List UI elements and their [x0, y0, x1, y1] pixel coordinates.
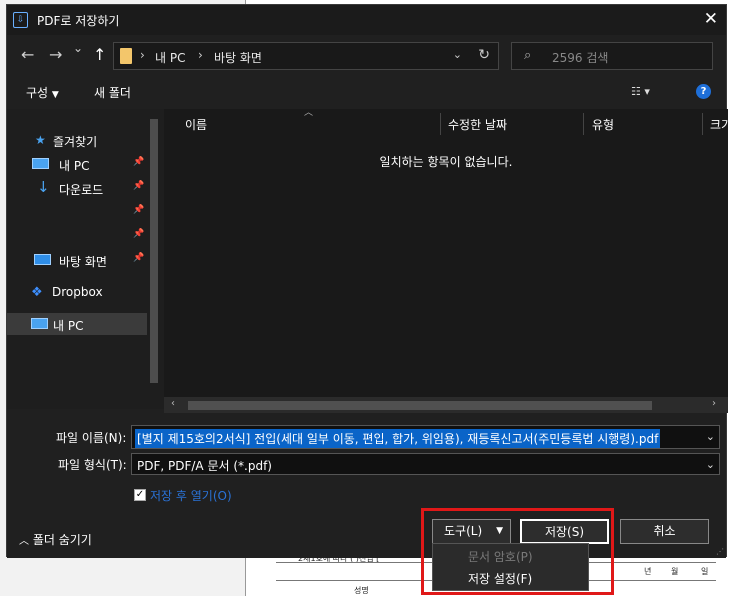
- resize-grip-icon[interactable]: ⋰: [716, 547, 724, 556]
- download-icon: ↓: [37, 178, 50, 196]
- save-form: 파일 이름(N): [별지 제15호의2서식] 전입(세대 일부 이동, 편입,…: [7, 413, 726, 558]
- folder-icon: [120, 48, 132, 64]
- column-divider[interactable]: [583, 113, 584, 135]
- search-icon: ⌕: [524, 48, 532, 63]
- chevron-up-icon: ︿: [19, 536, 29, 547]
- sidebar-item-this-pc[interactable]: 내 PC: [7, 313, 147, 335]
- pin-icon: 📌: [133, 205, 145, 215]
- open-after-save-label[interactable]: 저장 후 열기(O): [150, 487, 232, 504]
- star-icon: ★: [35, 133, 46, 147]
- close-icon[interactable]: ✕: [704, 9, 718, 29]
- scroll-right-icon[interactable]: ›: [712, 398, 716, 409]
- app-icon: ⇩: [13, 12, 28, 28]
- new-folder-button[interactable]: 새 폴더: [94, 84, 131, 101]
- breadcrumb-separator-icon: ›: [198, 48, 203, 62]
- window-title: PDF로 저장하기: [37, 14, 120, 28]
- address-dropdown-icon[interactable]: ⌄: [453, 48, 462, 61]
- navigation-bar: ← → ⌄ ↑ › 내 PC › 바탕 화면 ⌄ ↻ ⌕ 2596 검색: [7, 35, 726, 77]
- navigation-pane: ★ 즐겨찾기 내 PC 📌 ↓ 다운로드 📌 📌 📌 바탕 화면 📌 ❖ Dro…: [7, 109, 164, 409]
- desktop-icon: [34, 254, 51, 265]
- sidebar-item-dropbox[interactable]: ❖ Dropbox: [7, 281, 147, 303]
- pin-icon: 📌: [133, 229, 145, 239]
- doc-cell-month: 월: [671, 567, 679, 576]
- sidebar-item-label: 내 PC: [59, 159, 90, 173]
- filename-value: [별지 제15호의2서식] 전입(세대 일부 이동, 편입, 합가, 위임용),…: [135, 429, 661, 448]
- highlight-box: [421, 508, 614, 595]
- forward-arrow-icon[interactable]: →: [49, 45, 62, 64]
- search-box[interactable]: ⌕ 2596 검색: [511, 42, 713, 70]
- organize-label: 구성: [26, 86, 49, 100]
- sidebar-item-label: Dropbox: [52, 285, 103, 299]
- sidebar-item-label: 내 PC: [53, 319, 84, 333]
- sidebar-item-pinned-blank[interactable]: 📌: [7, 201, 147, 223]
- filetype-label: 파일 형식(T):: [58, 458, 127, 472]
- breadcrumb-separator-icon: ›: [140, 48, 145, 62]
- title-bar: ⇩ PDF로 저장하기 ✕: [7, 5, 726, 35]
- breadcrumb-desktop[interactable]: 바탕 화면: [214, 49, 262, 66]
- refresh-icon[interactable]: ↻: [478, 47, 490, 63]
- save-pdf-dialog: ⇩ PDF로 저장하기 ✕ ← → ⌄ ↑ › 내 PC › 바탕 화면 ⌄ ↻…: [6, 4, 729, 558]
- pin-icon: 📌: [133, 157, 145, 167]
- file-list: ︿ 이름 수정한 날짜 유형 크기 일치하는 항목이 없습니다. ‹ ›: [164, 108, 729, 413]
- recent-locations-chevron-icon[interactable]: ⌄: [73, 41, 83, 55]
- sidebar-item-desktop[interactable]: 바탕 화면 📌: [7, 249, 147, 271]
- back-arrow-icon[interactable]: ←: [21, 45, 34, 64]
- address-bar[interactable]: › 내 PC › 바탕 화면 ⌄ ↻: [113, 42, 499, 70]
- horizontal-scrollbar[interactable]: ‹ ›: [164, 397, 728, 413]
- doc-cell-year: 년: [644, 567, 652, 576]
- monitor-icon: [31, 318, 48, 329]
- sidebar-item-pinned-blank[interactable]: 📌: [7, 225, 147, 247]
- column-header-type[interactable]: 유형: [592, 116, 614, 133]
- sidebar-item-label: 다운로드: [59, 183, 104, 197]
- up-arrow-icon[interactable]: ↑: [93, 45, 106, 64]
- filetype-select[interactable]: PDF, PDF/A 문서 (*.pdf) ⌄: [131, 453, 720, 475]
- hide-folders-label: 폴더 숨기기: [32, 533, 92, 547]
- filetype-value: PDF, PDF/A 문서 (*.pdf): [137, 459, 272, 473]
- chevron-down-icon[interactable]: ⌄: [706, 430, 715, 443]
- column-divider[interactable]: [702, 113, 703, 135]
- column-divider[interactable]: [440, 113, 441, 135]
- chevron-down-icon: ⌄: [705, 458, 715, 471]
- sidebar-item-downloads[interactable]: ↓ 다운로드 📌: [7, 177, 147, 199]
- column-header-name[interactable]: 이름: [185, 116, 207, 133]
- hide-folders-toggle[interactable]: ︿ 폴더 숨기기: [19, 531, 92, 548]
- caret-down-icon: ▼: [51, 90, 59, 100]
- pin-icon: 📌: [133, 253, 145, 263]
- monitor-icon: [32, 158, 49, 169]
- open-after-save-checkbox[interactable]: ✓: [134, 489, 146, 501]
- filename-label: 파일 이름(N):: [56, 431, 127, 445]
- sidebar-item-this-pc-pinned[interactable]: 내 PC 📌: [7, 153, 147, 175]
- dropbox-icon: ❖: [31, 285, 43, 300]
- doc-cell-day: 일: [701, 567, 709, 576]
- column-header-size[interactable]: 크기: [710, 116, 729, 133]
- pin-icon: 📌: [133, 181, 145, 191]
- sidebar-item-label: 바탕 화면: [59, 255, 107, 269]
- breadcrumb-this-pc[interactable]: 내 PC: [155, 49, 185, 66]
- filename-input[interactable]: [별지 제15호의2서식] 전입(세대 일부 이동, 편입, 합가, 위임용),…: [131, 425, 720, 449]
- sort-ascending-icon: ︿: [304, 108, 314, 118]
- sidebar-item-label: 즐겨찾기: [53, 135, 98, 149]
- sidebar-item-favorites[interactable]: ★ 즐겨찾기: [7, 129, 147, 151]
- empty-folder-message: 일치하는 항목이 없습니다.: [379, 155, 513, 169]
- scroll-left-icon[interactable]: ‹: [171, 398, 175, 409]
- scrollbar-thumb[interactable]: [188, 401, 652, 410]
- help-icon[interactable]: ?: [696, 84, 711, 99]
- cancel-button[interactable]: 취소: [620, 519, 709, 544]
- view-options-icon[interactable]: ☷ ▾: [631, 85, 650, 98]
- command-toolbar: 구성 ▼ 새 폴더 ☷ ▾ ?: [7, 77, 726, 107]
- search-placeholder: 2596 검색: [552, 51, 609, 65]
- sidebar-scrollbar[interactable]: [150, 119, 158, 383]
- column-header-date-modified[interactable]: 수정한 날짜: [448, 116, 507, 133]
- organize-menu[interactable]: 구성 ▼: [26, 84, 59, 101]
- doc-text-name: 성명: [354, 586, 369, 595]
